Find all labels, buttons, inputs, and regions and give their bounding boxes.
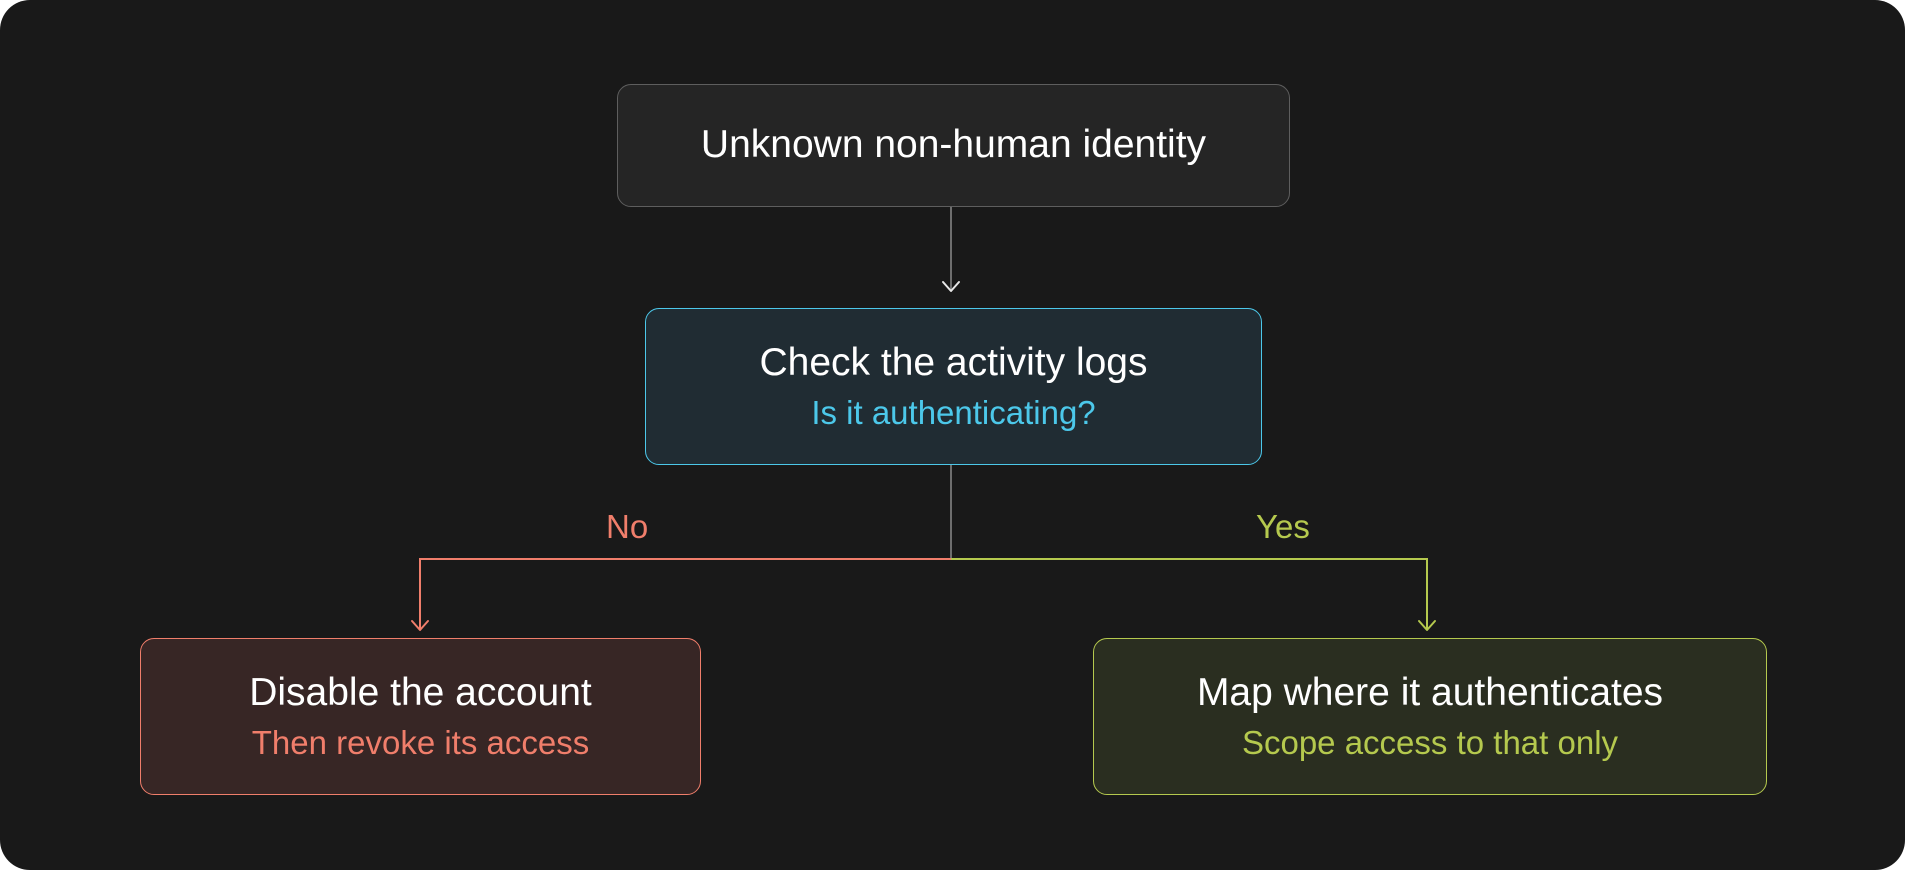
node-title: Unknown non-human identity: [700, 123, 1207, 167]
node-title: Check the activity logs: [759, 341, 1148, 385]
node-subtitle: Then revoke its access: [251, 724, 590, 762]
node-subtitle: Scope access to that only: [1241, 724, 1619, 762]
node-disable-account: Disable the account Then revoke its acce…: [140, 638, 701, 795]
connector-no-branch: [419, 558, 951, 629]
node-unknown-identity: Unknown non-human identity: [617, 84, 1290, 207]
node-check-logs: Check the activity logs Is it authentica…: [645, 308, 1262, 465]
node-title: Map where it authenticates: [1196, 671, 1664, 715]
node-question: Is it authenticating?: [811, 394, 1096, 432]
branch-label-no: No: [606, 508, 649, 545]
node-map-authentication: Map where it authenticates Scope access …: [1093, 638, 1767, 795]
connector-yes-branch: [951, 558, 1428, 629]
branch-label-yes: Yes: [1256, 508, 1310, 545]
diagram-canvas: Unknown non-human identity Check the act…: [0, 0, 1905, 870]
node-title: Disable the account: [249, 671, 592, 715]
